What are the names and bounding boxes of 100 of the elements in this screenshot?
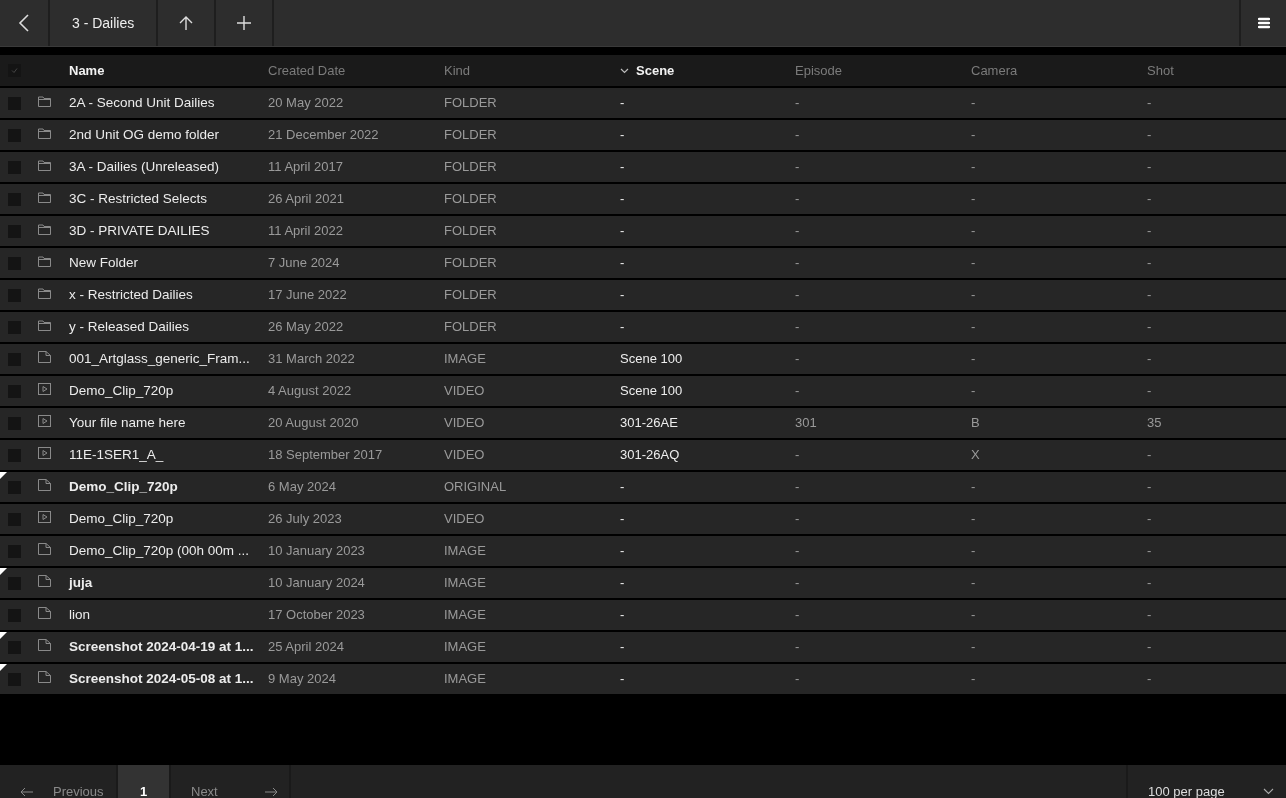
- video-file-icon: [38, 383, 51, 396]
- name-cell: lion: [69, 606, 90, 622]
- kind-cell: IMAGE: [444, 351, 486, 367]
- camera-cell: -: [971, 479, 976, 495]
- name-cell: Demo_Clip_720p (00h 00m ...: [69, 542, 250, 558]
- scene-cell: -: [620, 255, 625, 271]
- episode-cell: 301: [795, 415, 817, 431]
- episode-cell: -: [795, 351, 800, 367]
- created-date-cell: 10 January 2023: [268, 543, 365, 559]
- scene-cell: -: [620, 287, 625, 303]
- table-row[interactable]: Demo_Clip_720p 4 August 2022 VIDEO Scene 100 - - -: [0, 376, 1286, 406]
- shot-cell: -: [1147, 159, 1152, 175]
- column-header[interactable]: Scene: [636, 60, 675, 81]
- column-header[interactable]: Created Date: [268, 60, 346, 81]
- episode-cell: -: [795, 127, 800, 143]
- camera-cell: -: [971, 639, 976, 655]
- created-date-cell: 20 August 2020: [268, 415, 359, 431]
- arrow-right-icon: [263, 787, 278, 797]
- table-row[interactable]: 3C - Restricted Selects 26 April 2021 FOLDER - - - -: [0, 184, 1286, 214]
- table-row[interactable]: lion 17 October 2023 IMAGE - - - -: [0, 600, 1286, 630]
- select-all-checkbox[interactable]: [8, 64, 21, 77]
- kind-cell: IMAGE: [444, 543, 486, 559]
- table-row[interactable]: 2A - Second Unit Dailies 20 May 2022 FOLDER - - - -: [0, 88, 1286, 118]
- camera-cell: B: [971, 415, 980, 431]
- camera-cell: -: [971, 255, 976, 271]
- column-header[interactable]: Episode: [795, 60, 842, 81]
- column-header[interactable]: Kind: [444, 60, 471, 81]
- shot-cell: -: [1147, 671, 1152, 687]
- table-row[interactable]: 3D - PRIVATE DAILIES 11 April 2022 FOLDER - - - -: [0, 216, 1286, 246]
- table-row[interactable]: 3A - Dailies (Unreleased) 11 April 2017 FOLDER - - - -: [0, 152, 1286, 182]
- shot-cell: -: [1147, 191, 1152, 207]
- kind-cell: IMAGE: [444, 575, 486, 591]
- table-row[interactable]: Demo_Clip_720p 6 May 2024 ORIGINAL - - - -: [0, 472, 1286, 502]
- created-date-cell: 9 May 2024: [268, 671, 336, 687]
- episode-cell: -: [795, 671, 800, 687]
- scene-cell: -: [620, 191, 625, 207]
- created-date-cell: 31 March 2022: [268, 351, 355, 367]
- table-row[interactable]: 2nd Unit OG demo folder 21 December 2022 FOLDER - - - -: [0, 120, 1286, 150]
- name-cell: y - Released Dailies: [69, 318, 190, 334]
- table-row[interactable]: Your file name here 20 August 2020 VIDEO 301-26AE 301 B 35: [0, 408, 1286, 438]
- created-date-cell: 17 June 2022: [268, 287, 347, 303]
- table-row[interactable]: x - Restricted Dailies 17 June 2022 FOLDER - - - -: [0, 280, 1286, 310]
- column-header[interactable]: Name: [69, 60, 105, 81]
- camera-cell: -: [971, 95, 976, 111]
- file-icon: [38, 671, 51, 684]
- folder-icon: [38, 96, 51, 108]
- name-cell: 001_Artglass_generic_Fram...: [69, 350, 250, 366]
- camera-cell: -: [971, 383, 976, 399]
- name-cell: x - Restricted Dailies: [69, 286, 193, 302]
- created-date-cell: 7 June 2024: [268, 255, 340, 271]
- shot-cell: -: [1147, 255, 1152, 271]
- video-file-icon: [38, 447, 51, 460]
- chevron-down-icon: [1263, 788, 1274, 795]
- table-row[interactable]: y - Released Dailies 26 May 2022 FOLDER - - - -: [0, 312, 1286, 342]
- kind-cell: VIDEO: [444, 447, 485, 463]
- camera-cell: X: [971, 447, 980, 463]
- table-row[interactable]: Screenshot 2024-05-08 at 1... 9 May 2024 IMAGE - - - -: [0, 664, 1286, 694]
- table-row[interactable]: New Folder 7 June 2024 FOLDER - - - -: [0, 248, 1286, 278]
- kind-cell: VIDEO: [444, 383, 485, 399]
- created-date-cell: 21 December 2022: [268, 127, 379, 143]
- table-row[interactable]: 11E-1SER1_A_ 18 September 2017 VIDEO 301-26AQ - X -: [0, 440, 1286, 470]
- table-row[interactable]: Demo_Clip_720p (00h 00m ... 10 January 2023 IMAGE - - - -: [0, 536, 1286, 566]
- kind-cell: FOLDER: [444, 127, 497, 143]
- file-icon: [38, 479, 51, 492]
- episode-cell: -: [795, 383, 800, 399]
- shot-cell: -: [1147, 127, 1152, 143]
- table-row[interactable]: Screenshot 2024-04-19 at 1... 25 April 2024 IMAGE - - - -: [0, 632, 1286, 662]
- episode-cell: -: [795, 287, 800, 303]
- table-row[interactable]: Demo_Clip_720p 26 July 2023 VIDEO - - - -: [0, 504, 1286, 534]
- camera-cell: -: [971, 511, 976, 527]
- created-date-cell: 25 April 2024: [268, 639, 344, 655]
- episode-cell: -: [795, 191, 800, 207]
- camera-cell: -: [971, 351, 976, 367]
- scene-cell: Scene 100: [620, 383, 683, 399]
- table-row[interactable]: juja 10 January 2024 IMAGE - - - -: [0, 568, 1286, 598]
- scene-cell: -: [620, 479, 625, 495]
- scene-cell: -: [620, 575, 625, 591]
- folder-icon: [38, 288, 51, 300]
- kind-cell: VIDEO: [444, 415, 485, 431]
- shot-cell: -: [1147, 511, 1152, 527]
- created-date-cell: 4 August 2022: [268, 383, 352, 399]
- column-header[interactable]: Shot: [1147, 60, 1174, 81]
- file-icon: [38, 351, 51, 364]
- shot-cell: -: [1147, 479, 1152, 495]
- arrow-left-icon: [20, 787, 34, 797]
- shot-cell: -: [1147, 575, 1152, 591]
- created-date-cell: 18 September 2017: [268, 447, 383, 463]
- file-icon: [38, 543, 51, 556]
- column-header[interactable]: Camera: [971, 60, 1018, 81]
- table-row[interactable]: 001_Artglass_generic_Fram... 31 March 2022 IMAGE Scene 100 - - -: [0, 344, 1286, 374]
- camera-cell: -: [971, 543, 976, 559]
- page-button[interactable]: 1: [118, 765, 171, 798]
- kind-cell: FOLDER: [444, 319, 497, 335]
- scene-cell: -: [620, 223, 625, 239]
- folder-icon: [38, 320, 51, 332]
- created-date-cell: 11 April 2022: [268, 223, 343, 239]
- scene-cell: -: [620, 319, 625, 335]
- file-icon: [38, 575, 51, 588]
- camera-cell: -: [971, 607, 976, 623]
- created-date-cell: 6 May 2024: [268, 479, 336, 495]
